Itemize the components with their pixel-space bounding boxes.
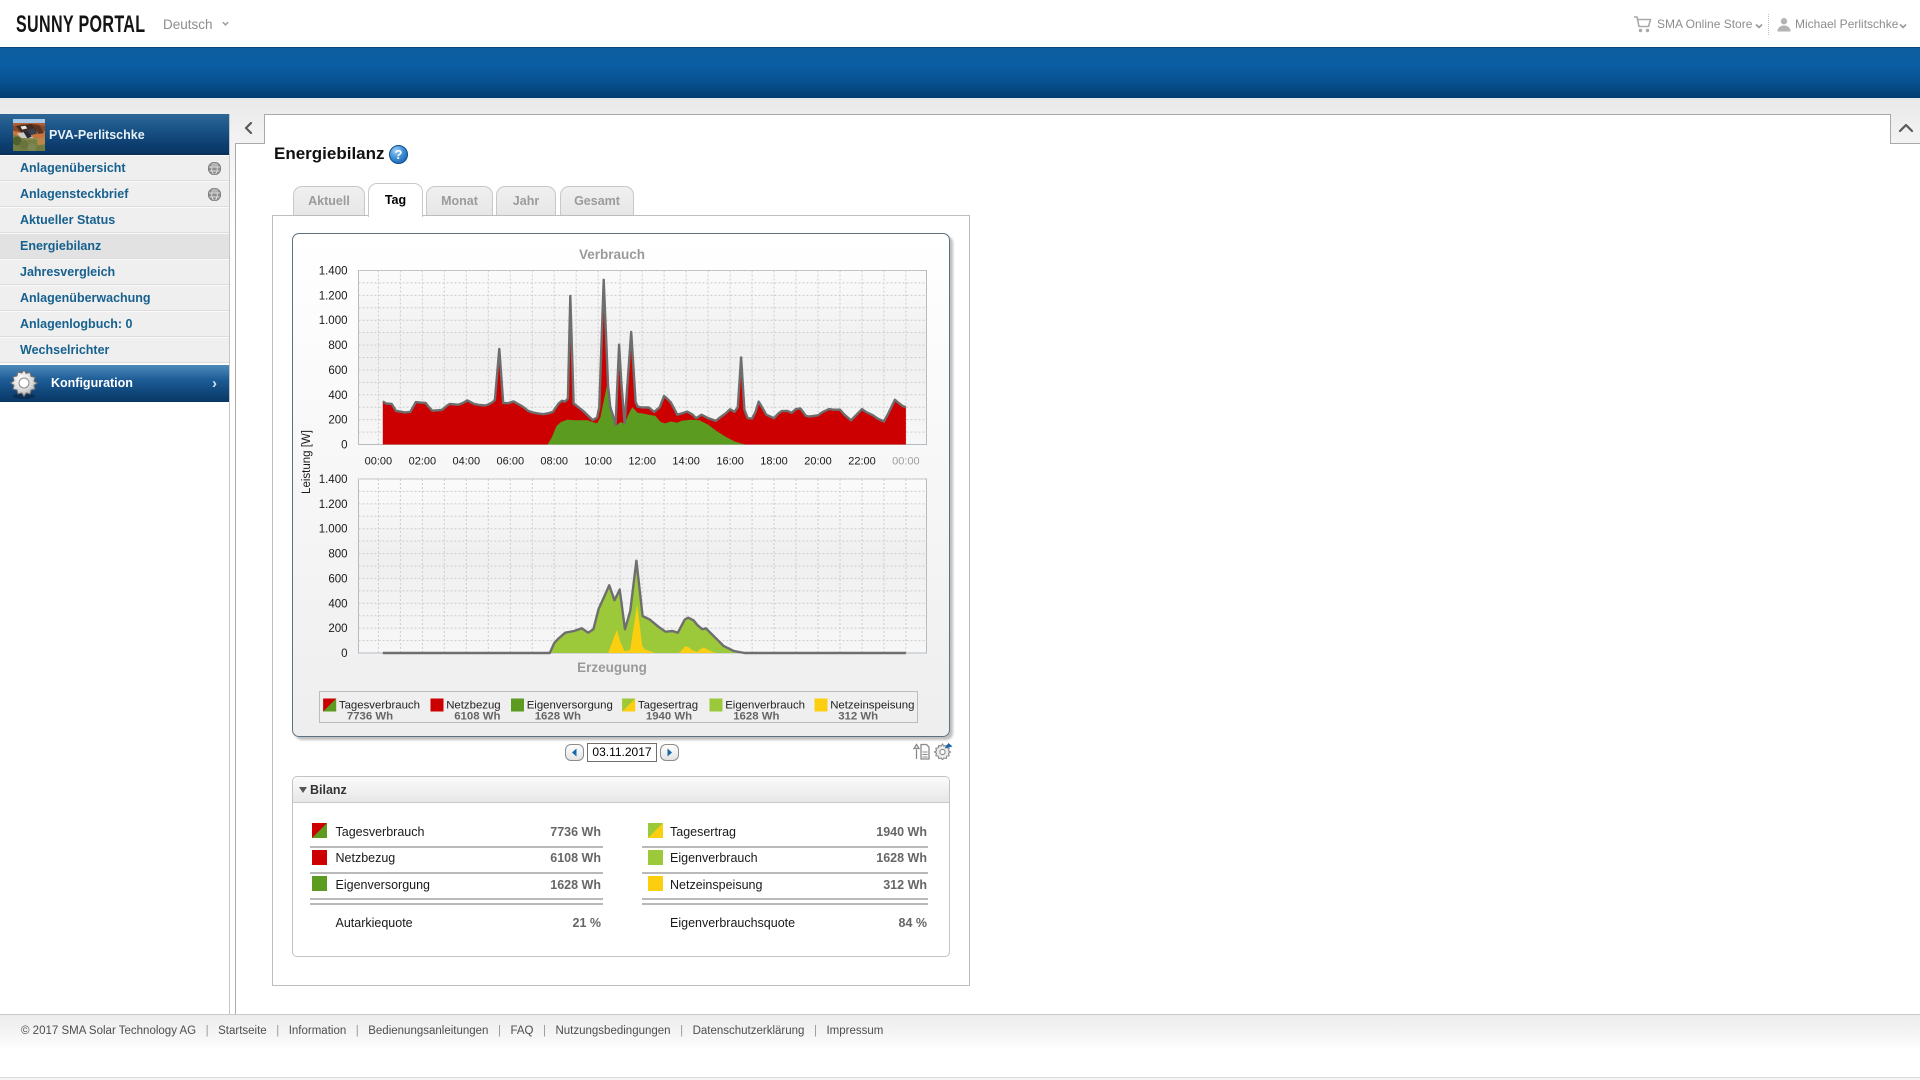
svg-text:1.200: 1.200 (319, 290, 348, 302)
svg-text:Leistung [W]: Leistung [W] (301, 430, 313, 494)
svg-text:7736 Wh: 7736 Wh (347, 711, 393, 723)
svg-text:02:00: 02:00 (409, 456, 437, 468)
svg-text:600: 600 (328, 573, 347, 585)
svg-text:Erzeugung: Erzeugung (577, 660, 647, 675)
svg-text:1.000: 1.000 (319, 524, 348, 536)
svg-text:16:00: 16:00 (716, 456, 744, 468)
svg-text:1628 Wh: 1628 Wh (733, 711, 779, 723)
svg-text:1.000: 1.000 (319, 315, 348, 327)
svg-text:1.400: 1.400 (319, 474, 348, 486)
svg-text:04:00: 04:00 (453, 456, 481, 468)
svg-text:10:00: 10:00 (584, 456, 612, 468)
svg-text:600: 600 (328, 365, 347, 377)
svg-text:18:00: 18:00 (760, 456, 788, 468)
svg-text:08:00: 08:00 (540, 456, 568, 468)
svg-text:00:00: 00:00 (892, 456, 920, 468)
svg-text:0: 0 (341, 440, 347, 452)
svg-text:0: 0 (341, 648, 347, 660)
svg-text:1.400: 1.400 (319, 266, 348, 278)
svg-text:400: 400 (328, 598, 347, 610)
svg-text:312 Wh: 312 Wh (838, 711, 878, 723)
svg-text:200: 200 (328, 415, 347, 427)
svg-text:800: 800 (328, 549, 347, 561)
svg-text:Verbrauch: Verbrauch (579, 247, 645, 262)
svg-text:22:00: 22:00 (848, 456, 876, 468)
svg-text:200: 200 (328, 623, 347, 635)
svg-text:1940 Wh: 1940 Wh (646, 711, 692, 723)
svg-text:12:00: 12:00 (628, 456, 656, 468)
svg-text:14:00: 14:00 (672, 456, 700, 468)
svg-text:800: 800 (328, 340, 347, 352)
svg-text:1628 Wh: 1628 Wh (535, 711, 581, 723)
svg-text:1.200: 1.200 (319, 499, 348, 511)
svg-text:00:00: 00:00 (365, 456, 393, 468)
svg-text:20:00: 20:00 (804, 456, 832, 468)
svg-text:400: 400 (328, 390, 347, 402)
svg-text:6108 Wh: 6108 Wh (454, 711, 500, 723)
svg-text:06:00: 06:00 (497, 456, 525, 468)
